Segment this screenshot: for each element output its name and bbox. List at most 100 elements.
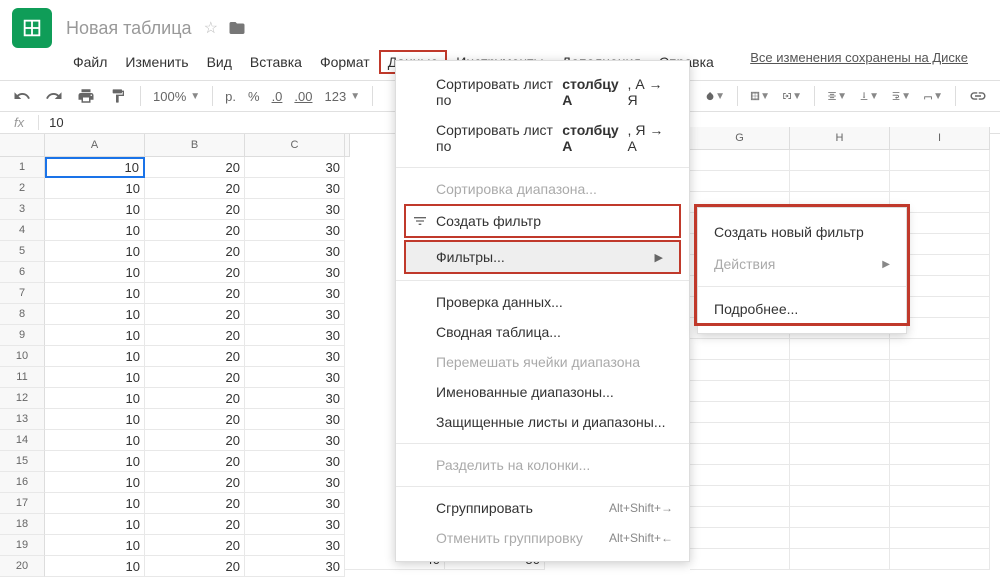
menu-format[interactable]: Формат [311, 50, 379, 74]
cell[interactable] [790, 528, 890, 549]
cell[interactable]: 30 [245, 493, 345, 514]
cell[interactable]: 10 [45, 514, 145, 535]
submenu-create-filter[interactable]: Создать новый фильтр [698, 216, 906, 248]
redo-icon[interactable] [44, 86, 64, 106]
col-header-g[interactable]: G [690, 127, 790, 150]
cell[interactable] [890, 339, 990, 360]
vertical-align-icon[interactable]: ▼ [859, 86, 879, 106]
cell[interactable] [690, 171, 790, 192]
decrease-decimal[interactable]: .0 [272, 89, 283, 104]
cell[interactable]: 10 [45, 346, 145, 367]
menu-insert[interactable]: Вставка [241, 50, 311, 74]
cell[interactable]: 30 [245, 262, 345, 283]
cell[interactable] [790, 402, 890, 423]
cell[interactable]: 20 [145, 262, 245, 283]
fill-color-icon[interactable]: ▼ [705, 86, 725, 106]
folder-icon[interactable] [228, 19, 246, 37]
cell[interactable]: 10 [45, 430, 145, 451]
horizontal-align-icon[interactable]: ▼ [827, 86, 847, 106]
menu-sort-az[interactable]: Сортировать лист по столбцу A, А → Я [396, 69, 689, 115]
cell[interactable]: 20 [145, 157, 245, 178]
row-header[interactable]: 1 [0, 157, 45, 178]
cell[interactable]: 20 [145, 493, 245, 514]
cell[interactable]: 10 [45, 262, 145, 283]
menu-named-ranges[interactable]: Именованные диапазоны... [396, 377, 689, 407]
cell[interactable]: 10 [45, 283, 145, 304]
cell[interactable]: 20 [145, 388, 245, 409]
merge-cells-icon[interactable]: ▼ [782, 86, 802, 106]
cell[interactable] [690, 444, 790, 465]
cell[interactable] [790, 381, 890, 402]
cell[interactable]: 20 [145, 199, 245, 220]
cell[interactable]: 30 [245, 514, 345, 535]
col-header-h[interactable]: H [790, 127, 890, 150]
menu-pivot[interactable]: Сводная таблица... [396, 317, 689, 347]
cell[interactable]: 30 [245, 430, 345, 451]
cell[interactable]: 20 [145, 556, 245, 577]
menu-edit[interactable]: Изменить [116, 50, 197, 74]
row-header[interactable]: 3 [0, 199, 45, 220]
cell[interactable] [890, 171, 990, 192]
cell[interactable]: 30 [245, 346, 345, 367]
cell[interactable] [690, 507, 790, 528]
cell[interactable]: 20 [145, 535, 245, 556]
col-header-i[interactable]: I [890, 127, 990, 150]
paint-format-icon[interactable] [108, 86, 128, 106]
cell[interactable]: 10 [45, 199, 145, 220]
menu-protected[interactable]: Защищенные листы и диапазоны... [396, 407, 689, 437]
cell[interactable]: 10 [45, 388, 145, 409]
zoom-select[interactable]: 100%▼ [153, 89, 200, 104]
cell[interactable]: 30 [245, 472, 345, 493]
cell[interactable] [690, 528, 790, 549]
row-header[interactable]: 12 [0, 388, 45, 409]
row-header[interactable]: 18 [0, 514, 45, 535]
row-header[interactable]: 8 [0, 304, 45, 325]
row-header[interactable]: 5 [0, 241, 45, 262]
cell[interactable]: 20 [145, 409, 245, 430]
cell[interactable] [790, 444, 890, 465]
row-header[interactable]: 4 [0, 220, 45, 241]
cell[interactable] [790, 423, 890, 444]
cell[interactable]: 10 [45, 325, 145, 346]
cell[interactable] [890, 423, 990, 444]
cell[interactable]: 20 [145, 283, 245, 304]
text-rotation-icon[interactable]: ▼ [923, 86, 943, 106]
insert-link-icon[interactable] [968, 86, 988, 106]
cell[interactable]: 30 [245, 388, 345, 409]
cell[interactable] [690, 423, 790, 444]
cell[interactable]: 20 [145, 220, 245, 241]
cell[interactable]: 20 [145, 325, 245, 346]
cell[interactable]: 10 [45, 304, 145, 325]
cell[interactable] [790, 465, 890, 486]
cell[interactable]: 30 [245, 283, 345, 304]
col-header-d[interactable] [345, 134, 350, 157]
cell[interactable]: 20 [145, 451, 245, 472]
cell[interactable]: 20 [145, 241, 245, 262]
cell[interactable]: 30 [245, 535, 345, 556]
cell[interactable]: 30 [245, 178, 345, 199]
cell[interactable] [890, 549, 990, 570]
cell[interactable] [890, 528, 990, 549]
currency-ruble[interactable]: р. [225, 89, 236, 104]
cell[interactable]: 10 [45, 241, 145, 262]
cell[interactable] [790, 339, 890, 360]
cell[interactable] [890, 381, 990, 402]
row-header[interactable]: 19 [0, 535, 45, 556]
row-header[interactable]: 14 [0, 430, 45, 451]
menu-view[interactable]: Вид [198, 50, 241, 74]
percent-format[interactable]: % [248, 89, 260, 104]
row-header[interactable]: 11 [0, 367, 45, 388]
col-header-a[interactable]: A [45, 134, 145, 157]
cell[interactable]: 30 [245, 157, 345, 178]
cell[interactable] [690, 360, 790, 381]
cell[interactable] [790, 507, 890, 528]
row-header[interactable]: 13 [0, 409, 45, 430]
cell[interactable]: 20 [145, 514, 245, 535]
cell[interactable] [690, 402, 790, 423]
cell[interactable]: 30 [245, 304, 345, 325]
cell[interactable]: 20 [145, 430, 245, 451]
cell[interactable]: 10 [45, 451, 145, 472]
cell[interactable]: 10 [45, 556, 145, 577]
cell[interactable]: 10 [45, 178, 145, 199]
cell[interactable]: 10 [45, 409, 145, 430]
